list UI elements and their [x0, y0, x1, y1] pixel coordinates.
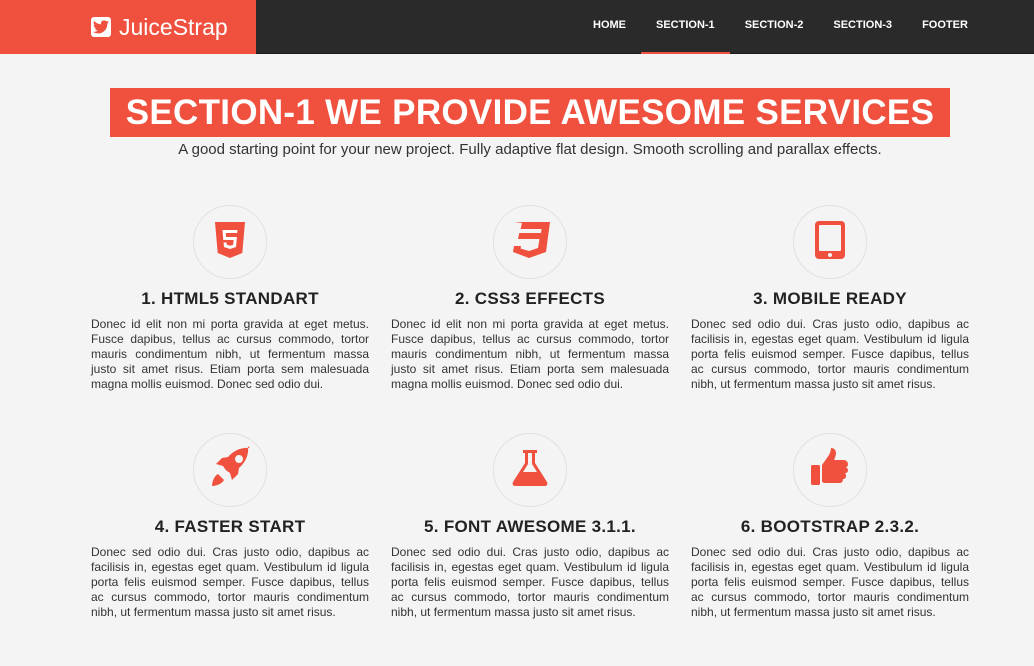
feature-card: 5. FONT AWESOME 3.1.1. Donec sed odio du…: [391, 433, 669, 620]
thumbs-up-icon: [809, 447, 851, 494]
nav-item-home[interactable]: HOME: [578, 0, 641, 54]
nav-item-section-1[interactable]: SECTION-1: [641, 0, 730, 54]
feature-card: 3. MOBILE READY Donec sed odio dui. Cras…: [691, 205, 969, 392]
navbar: JuiceStrap HOME SECTION-1 SECTION-2 SECT…: [0, 0, 1034, 54]
feature-title: 5. FONT AWESOME 3.1.1.: [424, 517, 636, 536]
feature-title: 2. CSS3 EFFECTS: [455, 289, 605, 308]
feature-icon-circle: [193, 205, 267, 279]
twitter-icon: [91, 17, 111, 37]
flask-icon: [510, 448, 550, 493]
main-nav: HOME SECTION-1 SECTION-2 SECTION-3 FOOTE…: [578, 0, 983, 54]
feature-card: 1. HTML5 STANDART Donec id elit non mi p…: [91, 205, 369, 392]
nav-item-section-3[interactable]: SECTION-3: [818, 0, 907, 54]
html5-icon: [215, 221, 245, 263]
feature-icon-circle: [493, 205, 567, 279]
hero: SECTION-1 WE PROVIDE AWESOME SERVICES: [0, 88, 1034, 137]
feature-card: 6. BOOTSTRAP 2.3.2. Donec sed odio dui. …: [691, 433, 969, 620]
feature-icon-circle: [793, 433, 867, 507]
rocket-icon: [208, 445, 252, 495]
nav-item-footer[interactable]: FOOTER: [907, 0, 983, 54]
feature-text: Donec sed odio dui. Cras justo odio, dap…: [91, 545, 369, 619]
feature-text: Donec sed odio dui. Cras justo odio, dap…: [691, 545, 969, 619]
brand-name: JuiceStrap: [119, 13, 228, 40]
feature-title: 3. MOBILE READY: [753, 289, 907, 308]
feature-icon-circle: [193, 433, 267, 507]
feature-card: 4. FASTER START Donec sed odio dui. Cras…: [91, 433, 369, 620]
feature-text: Donec sed odio dui. Cras justo odio, dap…: [691, 317, 969, 391]
feature-icon-circle: [493, 433, 567, 507]
feature-text: Donec sed odio dui. Cras justo odio, dap…: [391, 545, 669, 619]
feature-card: 2. CSS3 EFFECTS Donec id elit non mi por…: [391, 205, 669, 392]
feature-title: 4. FASTER START: [154, 517, 306, 536]
tablet-icon: [815, 220, 845, 264]
feature-title: 6. BOOTSTRAP 2.3.2.: [740, 517, 920, 536]
section-title: SECTION-1 WE PROVIDE AWESOME SERVICES: [109, 88, 951, 137]
feature-text: Donec id elit non mi porta gravida at eg…: [391, 317, 669, 391]
section-subtitle: A good starting point for your new proje…: [178, 141, 882, 158]
feature-title: 1. HTML5 STANDART: [141, 289, 319, 308]
css3-icon: [508, 221, 552, 263]
feature-text: Donec id elit non mi porta gravida at eg…: [91, 317, 369, 391]
nav-item-section-2[interactable]: SECTION-2: [730, 0, 819, 54]
feature-icon-circle: [793, 205, 867, 279]
brand-logo-link[interactable]: JuiceStrap: [0, 0, 256, 54]
